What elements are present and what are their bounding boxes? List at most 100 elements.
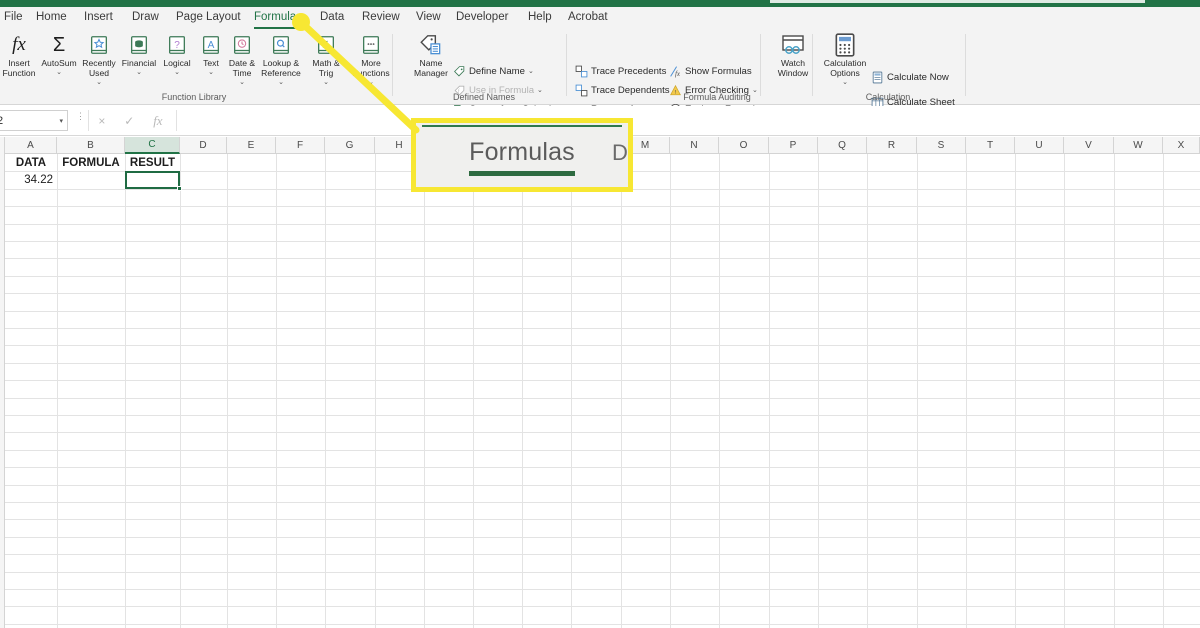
grid-line-horizontal xyxy=(5,328,1200,329)
trace-dependents-button[interactable]: Trace Dependents xyxy=(574,82,670,98)
tab-home[interactable]: Home xyxy=(36,10,67,29)
tab-file[interactable]: File xyxy=(4,10,23,29)
watch-window-button[interactable]: Watch Window xyxy=(766,33,820,78)
grid-line-vertical xyxy=(1114,154,1115,628)
grid-line-vertical xyxy=(966,154,967,628)
tab-label: Home xyxy=(36,11,67,23)
cell[interactable]: FORMULA xyxy=(57,154,125,171)
tab-formulas[interactable]: Formulas xyxy=(254,10,302,29)
calculate-now-icon xyxy=(870,70,884,84)
grid-line-horizontal xyxy=(5,502,1200,503)
tab-view[interactable]: View xyxy=(416,10,441,29)
column-header-label: E xyxy=(247,139,255,151)
chevron-down-icon[interactable]: ⌄ xyxy=(72,78,126,86)
trace-precedents-button[interactable]: Trace Precedents xyxy=(574,63,666,79)
tab-acrobat[interactable]: Acrobat xyxy=(568,10,608,29)
grid-line-vertical xyxy=(1064,154,1065,628)
chevron-down-icon[interactable]: ⌄ xyxy=(537,86,543,94)
tab-label: Data xyxy=(320,11,345,23)
chevron-down-icon[interactable]: ⌄ xyxy=(528,67,534,75)
calculate-now-button[interactable]: Calculate Now xyxy=(870,69,949,85)
calculation-options-button[interactable]: Calculation Options ⌄ xyxy=(818,33,872,86)
grid-line-vertical xyxy=(276,154,277,628)
tab-developer[interactable]: Developer xyxy=(456,10,508,29)
column-header-label: B xyxy=(87,139,94,151)
cell[interactable]: RESULT xyxy=(125,154,180,171)
function-more-functions[interactable]: More Functions ⌄ xyxy=(344,33,398,86)
ribbon-group-label: Formula Auditing xyxy=(683,92,751,102)
column-header-D[interactable]: D xyxy=(180,137,227,154)
column-header-A[interactable]: A xyxy=(5,137,57,154)
ribbon-tab-bar: File Home Insert Draw Page Layout Formulas Dat… xyxy=(0,7,1200,29)
cell[interactable]: DATA xyxy=(5,154,57,171)
name-manager-button-label: Name Manager xyxy=(414,58,448,78)
cell-value: 34.22 xyxy=(24,173,53,186)
grid-line-horizontal xyxy=(5,380,1200,382)
chevron-down-icon[interactable]: ⌄ xyxy=(818,78,872,86)
calculate-now-button-label: Calculate Now xyxy=(887,71,949,83)
callout-label: Formulas xyxy=(469,137,575,166)
show-formulas-button[interactable]: fx Show Formulas xyxy=(668,63,752,79)
grid-line-vertical xyxy=(1163,154,1164,628)
grid-line-horizontal xyxy=(5,275,1200,277)
grid-line-horizontal xyxy=(5,293,1200,295)
tab-page-layout[interactable]: Page Layout xyxy=(176,10,241,29)
ribbon-group-label: Defined Names xyxy=(452,92,516,102)
show-formulas-button-label: Show Formulas xyxy=(685,65,752,77)
name-box[interactable]: 2 ▾ xyxy=(0,110,68,131)
column-header-B[interactable]: B xyxy=(57,137,125,154)
column-header-label: G xyxy=(345,139,354,151)
tab-review[interactable]: Review xyxy=(362,10,400,29)
selected-cell-outline[interactable] xyxy=(125,171,180,190)
formula-bar-drag-handle[interactable]: ⋮ xyxy=(76,112,85,121)
grid-line-vertical xyxy=(818,154,819,628)
grid-line-vertical xyxy=(473,154,474,628)
grid-line-vertical xyxy=(522,154,523,628)
grid-line-vertical xyxy=(571,154,572,628)
fill-handle[interactable] xyxy=(177,186,182,192)
insert-function-icon[interactable]: fx xyxy=(153,113,162,129)
tab-help[interactable]: Help xyxy=(528,10,552,29)
formula-input[interactable] xyxy=(176,110,1194,131)
tab-data[interactable]: Data xyxy=(320,10,344,29)
column-header-C[interactable]: C xyxy=(125,137,180,154)
define-name-button[interactable]: Define Name ⌄ xyxy=(452,63,534,79)
tab-draw[interactable]: Draw xyxy=(132,10,159,29)
formula-bar-buttons: × ✓ fx xyxy=(88,110,172,131)
column-header-label: H xyxy=(395,139,403,151)
svg-text:?: ? xyxy=(174,40,180,51)
name-manager-icon xyxy=(404,33,458,57)
chevron-down-icon[interactable]: ▾ xyxy=(59,117,63,125)
tab-label: Formulas xyxy=(254,11,302,23)
watch-window-icon xyxy=(766,33,820,57)
grid-line-horizontal xyxy=(5,258,1200,260)
worksheet-grid: ABCDEFGHIJKLMNOPQRSTUVWXDATAFORMULARESUL… xyxy=(0,137,1200,628)
grid-line-vertical xyxy=(325,154,326,628)
callout-adjacent-column-letter: D xyxy=(612,140,628,165)
name-manager-button[interactable]: Name Manager xyxy=(404,33,458,78)
tab-insert[interactable]: Insert xyxy=(84,10,113,29)
callout-top-line xyxy=(422,125,622,127)
trace-precedents-button-label: Trace Precedents xyxy=(591,65,667,77)
cancel-icon[interactable]: × xyxy=(98,114,105,128)
grid-line-vertical xyxy=(769,154,770,628)
grid-line-horizontal xyxy=(5,536,1200,538)
calculation-options-button-label: Calculation Options xyxy=(823,58,867,78)
trace-precedents-icon xyxy=(574,64,588,78)
more-book-icon xyxy=(344,33,398,57)
trace-dependents-icon xyxy=(574,83,588,97)
grid-line-horizontal xyxy=(5,310,1200,312)
ribbon: fx Insert Function Σ AutoSum ⌄ Recently Used ⌄… xyxy=(0,29,1200,115)
formulas-tab-callout: Formulas xyxy=(411,118,633,192)
grid-line-vertical xyxy=(125,154,126,628)
cell[interactable]: 34.22 xyxy=(5,171,57,188)
chevron-down-icon[interactable]: ⌄ xyxy=(344,78,398,86)
column-header-label: A xyxy=(27,139,34,151)
column-header-label: F xyxy=(296,139,304,151)
column-header-F[interactable]: F xyxy=(276,137,325,154)
column-header-G[interactable]: G xyxy=(325,137,375,154)
grid-line-vertical xyxy=(719,154,720,628)
column-header-E[interactable]: E xyxy=(227,137,276,154)
tab-label: Help xyxy=(528,11,552,23)
enter-icon[interactable]: ✓ xyxy=(124,114,134,128)
